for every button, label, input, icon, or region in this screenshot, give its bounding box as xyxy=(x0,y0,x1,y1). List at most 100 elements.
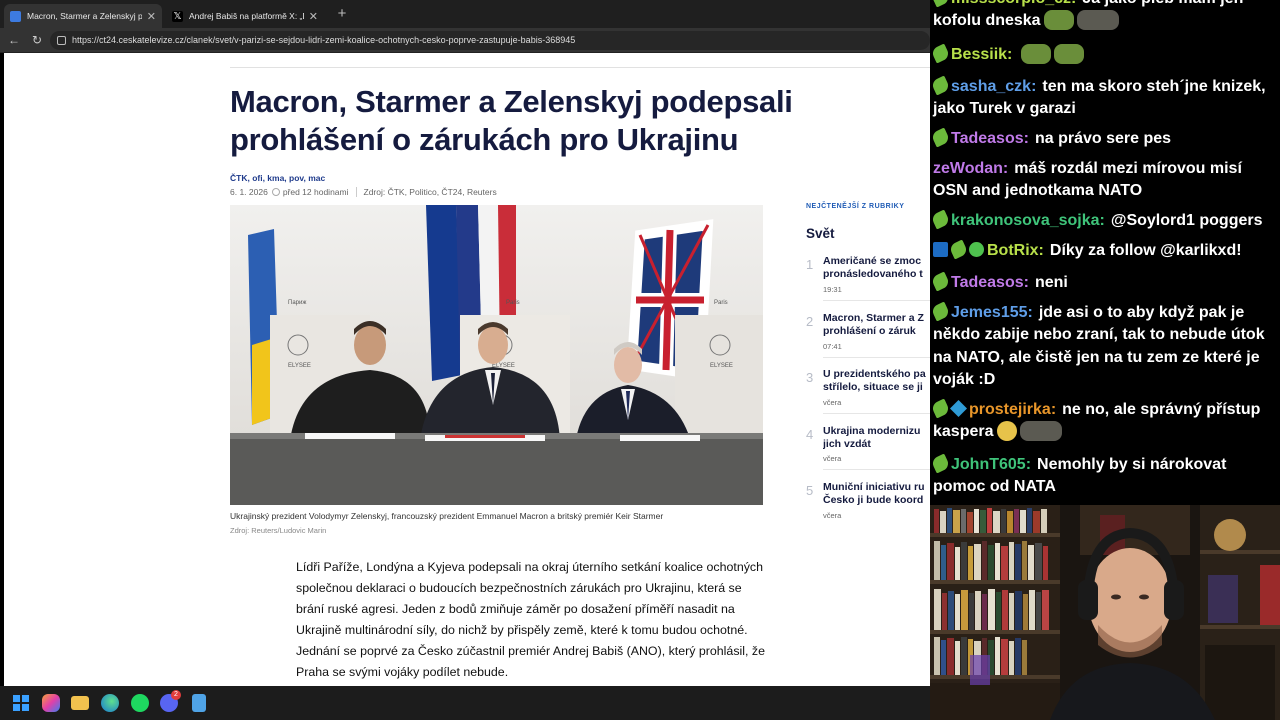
webcam-feed xyxy=(930,505,1280,720)
article-meta: 6. 1. 2026 před 12 hodinami Zdroj: ČTK, … xyxy=(230,187,497,197)
sidebar-article-headline[interactable]: Macron, Starmer a Z prohlášení o záruk xyxy=(823,312,930,338)
subscriber-badge-icon xyxy=(930,0,951,8)
subscriber-badge-icon xyxy=(948,239,969,260)
article-date: 6. 1. 2026 xyxy=(230,187,268,197)
windows-taskbar: 2 xyxy=(0,686,930,720)
sidebar-article-headline[interactable]: Muniční iniciativu ru Česko ji bude koor… xyxy=(823,481,930,507)
subscriber-badge-icon xyxy=(930,43,951,64)
edge-browser-icon[interactable] xyxy=(101,694,119,712)
back-arrow-icon[interactable]: ← xyxy=(6,32,22,48)
frog-emote-icon xyxy=(1021,44,1052,64)
photo-sign-text: Париж xyxy=(288,300,306,306)
sidebar-article-time: včera xyxy=(823,454,842,463)
podium-label: ELYSEE xyxy=(710,363,733,369)
chat-username[interactable]: JohnT605: xyxy=(951,456,1031,473)
chat-message: prostejirka: ne no, ale správný přístup k… xyxy=(930,398,1278,444)
divider xyxy=(823,357,930,358)
subscriber-badge-icon xyxy=(930,301,951,322)
photo-sign-text: Paris xyxy=(506,300,520,306)
chat-username[interactable]: Jemes155: xyxy=(951,304,1033,321)
sidebar-article-time: 07:41 xyxy=(823,342,842,351)
subscriber-badge-icon xyxy=(930,75,951,96)
reload-icon[interactable]: ↻ xyxy=(29,32,45,48)
subscriber-badge-icon xyxy=(930,271,951,292)
chat-username[interactable]: BotRix: xyxy=(987,242,1044,259)
chat-username[interactable]: sasha_czk: xyxy=(951,78,1036,95)
sidebar-title[interactable]: Svět xyxy=(806,226,835,241)
tab-title: Andrej Babiš na platformě X: „Dne xyxy=(189,11,304,21)
divider xyxy=(823,300,930,301)
rank-number: 4 xyxy=(806,427,814,442)
gift-badge-icon xyxy=(950,400,967,417)
chat-text: @Soylord1 poggers xyxy=(1110,212,1263,229)
article-photo[interactable]: Париж Paris Paris ELYSEE ELYSEE ELYSEE xyxy=(230,205,763,505)
article-relative-time: před 12 hodinami xyxy=(282,187,349,197)
chat-username[interactable]: Tadeasos: xyxy=(951,274,1029,291)
bookshelf-illustration xyxy=(930,505,1060,720)
sidebar-article-time: včera xyxy=(823,398,842,407)
rank-number: 1 xyxy=(806,257,814,272)
smiley-emote-icon xyxy=(996,421,1017,442)
emote-icon xyxy=(1076,10,1119,31)
chat-username[interactable]: krakonosova_sojka: xyxy=(951,212,1105,229)
chat-text: Díky za follow @karlikxd! xyxy=(1049,242,1242,259)
rank-number: 5 xyxy=(806,483,814,498)
sidebar-kicker: NEJČTENĚJŠÍ Z RUBRIKY xyxy=(806,203,905,210)
article-page: Macron, Starmer a Zelenskyj podepsali pr… xyxy=(4,53,930,686)
subscriber-badge-icon xyxy=(930,209,951,230)
rank-number: 3 xyxy=(806,370,814,385)
chat-username[interactable]: zeWodan: xyxy=(933,160,1008,177)
copilot-icon[interactable] xyxy=(42,694,60,712)
screen: Macron, Starmer a Zelenskyj pode ✕ 𝕏 And… xyxy=(0,0,1280,720)
close-tab-icon[interactable]: ✕ xyxy=(147,10,156,23)
subscriber-badge-icon xyxy=(930,398,951,419)
notification-badge: 2 xyxy=(171,690,181,700)
sidebar-article-headline[interactable]: Američané se zmoc pronásledovaného t xyxy=(823,255,930,281)
file-explorer-icon[interactable] xyxy=(71,696,89,710)
emote-icon xyxy=(1019,421,1062,442)
divider xyxy=(355,187,357,197)
chat-message: missscorpio_cz:Ja jako pleb mam jen kofo… xyxy=(930,0,1278,33)
chat-message: sasha_czk: ten ma skoro steh´jne knizek, … xyxy=(930,75,1278,121)
sidebar-article-headline[interactable]: Ukrajina modernizu jich vzdát xyxy=(823,425,930,451)
frog-emote-icon xyxy=(1054,44,1085,64)
frog-emote-icon xyxy=(1043,10,1074,31)
url-field[interactable]: https://ct24.ceskatelevize.cz/clanek/sve… xyxy=(50,31,930,50)
article-authors[interactable]: ČTK, ofi, kma, pov, mac xyxy=(230,173,325,183)
chat-username[interactable]: Tadeasos: xyxy=(951,130,1029,147)
tab-title: Macron, Starmer a Zelenskyj pode xyxy=(27,11,142,21)
subscriber-badge-icon xyxy=(930,453,951,474)
podium-label: ELYSEE xyxy=(288,363,311,369)
chat-message: Tadeasos: neni xyxy=(930,271,1278,294)
chat-username[interactable]: missscorpio_cz: xyxy=(951,0,1076,7)
ct24-favicon xyxy=(10,10,21,22)
browser-tab[interactable]: 𝕏 Andrej Babiš na platformě X: „Dne ✕ xyxy=(166,4,324,28)
article-source: Zdroj: ČTK, Politico, ČT24, Reuters xyxy=(363,187,497,197)
spotify-icon[interactable] xyxy=(131,694,149,712)
divider xyxy=(230,67,930,68)
stream-chat: missscorpio_cz:Ja jako pleb mam jen kofo… xyxy=(930,0,1280,505)
chat-message: Jemes155: jde asi o to aby když pak je ně… xyxy=(930,301,1278,392)
rank-number: 2 xyxy=(806,314,814,329)
photo-sign-text: Paris xyxy=(714,300,728,306)
discord-icon[interactable]: 2 xyxy=(160,690,181,712)
subscriber-badge-icon xyxy=(930,127,951,148)
browser-tab-active[interactable]: Macron, Starmer a Zelenskyj pode ✕ xyxy=(4,4,162,28)
site-info-icon[interactable] xyxy=(57,36,66,45)
sidebar-article-time: 19:31 xyxy=(823,285,842,294)
divider xyxy=(823,413,930,414)
chat-text: na právo sere pes xyxy=(1034,130,1172,147)
article-headline: Macron, Starmer a Zelenskyj podepsali pr… xyxy=(230,84,793,157)
chat-username[interactable]: Bessiik: xyxy=(951,46,1012,63)
webcam-image xyxy=(930,505,1280,720)
new-tab-button[interactable]: + xyxy=(332,4,352,24)
notepad-icon[interactable] xyxy=(192,694,206,712)
chat-text: neni xyxy=(1034,274,1068,291)
chat-message: Tadeasos: na právo sere pes xyxy=(930,127,1278,150)
chat-username[interactable]: prostejirka: xyxy=(969,401,1056,418)
windows-start-icon[interactable] xyxy=(12,694,30,712)
sidebar-article-headline[interactable]: U prezidentského pa střílelo, situace se… xyxy=(823,368,930,394)
signing-photo-illustration: Париж Paris Paris ELYSEE ELYSEE ELYSEE xyxy=(230,205,763,505)
close-tab-icon[interactable]: ✕ xyxy=(309,10,318,23)
chat-message: krakonosova_sojka: @Soylord1 poggers xyxy=(930,209,1278,232)
